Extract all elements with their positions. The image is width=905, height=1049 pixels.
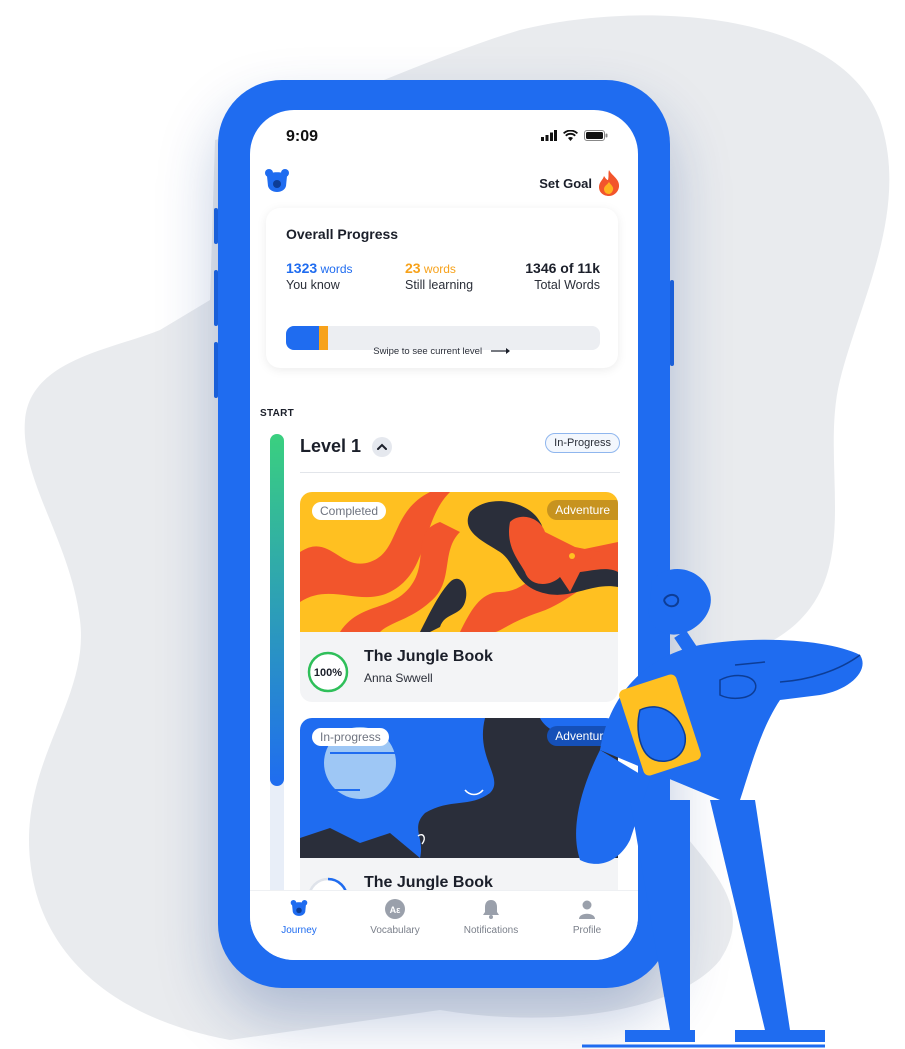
- status-icons: [541, 130, 608, 141]
- book-status-tag: Completed: [312, 502, 387, 520]
- status-bar: 9:09: [250, 110, 638, 160]
- nav-vocabulary[interactable]: Aε Vocabulary: [350, 899, 440, 936]
- learning-label: Still learning: [405, 278, 474, 292]
- swipe-hint-label: Swipe to see current level: [373, 346, 483, 357]
- journey-progress-fill: [270, 434, 284, 786]
- book-status-tag: In-progress: [312, 728, 389, 746]
- level-status-badge: In-Progress: [545, 433, 620, 453]
- known-count: 1323: [286, 260, 318, 276]
- known-label: You know: [286, 278, 340, 292]
- bear-logo-icon[interactable]: [264, 168, 290, 196]
- learning-count: 23: [405, 260, 421, 276]
- swipe-hint[interactable]: Swipe to see current level: [266, 346, 618, 357]
- flame-icon: [599, 170, 620, 196]
- person-illustration: [576, 568, 863, 1048]
- svg-text:Aε: Aε: [390, 905, 401, 915]
- nav-journey-label: Journey: [281, 925, 317, 936]
- signal-icon: [541, 130, 557, 141]
- learning-unit: words: [423, 262, 456, 276]
- arrow-right-icon: [490, 348, 510, 355]
- collapse-level-button[interactable]: [372, 437, 392, 457]
- nav-journey[interactable]: Journey: [254, 899, 344, 936]
- power-button: [670, 280, 674, 366]
- total-words-stat: 1346 of 11k Total Words: [525, 260, 600, 292]
- known-words-stat: 1323 words You know: [286, 260, 353, 292]
- journey-start-label: START: [260, 408, 295, 419]
- total-count: 1346 of 11k: [525, 260, 600, 276]
- nav-vocabulary-label: Vocabulary: [370, 925, 420, 936]
- chevron-up-icon: [377, 443, 387, 450]
- book-author: Anna Swwell: [364, 671, 433, 685]
- bear-icon: [290, 900, 308, 916]
- nav-notifications-label: Notifications: [463, 925, 519, 936]
- status-time: 9:09: [286, 128, 319, 145]
- book-progress-label: 100%: [314, 667, 342, 679]
- nav-notifications[interactable]: Notifications: [446, 899, 536, 936]
- set-goal-label: Set Goal: [539, 175, 592, 191]
- journey-progress-track: [270, 434, 284, 959]
- volume-down-button: [214, 342, 218, 398]
- app-header: Set Goal: [250, 160, 638, 204]
- wifi-icon: [563, 130, 578, 141]
- translate-icon: Aε: [385, 899, 405, 919]
- set-goal-button[interactable]: Set Goal: [539, 170, 620, 196]
- level-header[interactable]: Level 1 In-Progress: [300, 430, 620, 473]
- mute-switch: [214, 208, 218, 244]
- overall-progress-card: Overall Progress 1323 words You know 23 …: [266, 208, 618, 368]
- level-title: Level 1: [300, 436, 362, 456]
- battery-icon: [584, 130, 608, 141]
- bell-icon: [483, 900, 499, 919]
- book-title: The Jungle Book: [364, 648, 493, 665]
- overall-progress-title: Overall Progress: [286, 226, 399, 242]
- book-progress-ring: 100%: [307, 651, 349, 693]
- volume-up-button: [214, 270, 218, 326]
- book-genre-tag: Adventure: [547, 500, 618, 520]
- total-label: Total Words: [534, 278, 600, 292]
- known-unit: words: [320, 262, 353, 276]
- learning-words-stat: 23 words Still learning: [405, 260, 473, 292]
